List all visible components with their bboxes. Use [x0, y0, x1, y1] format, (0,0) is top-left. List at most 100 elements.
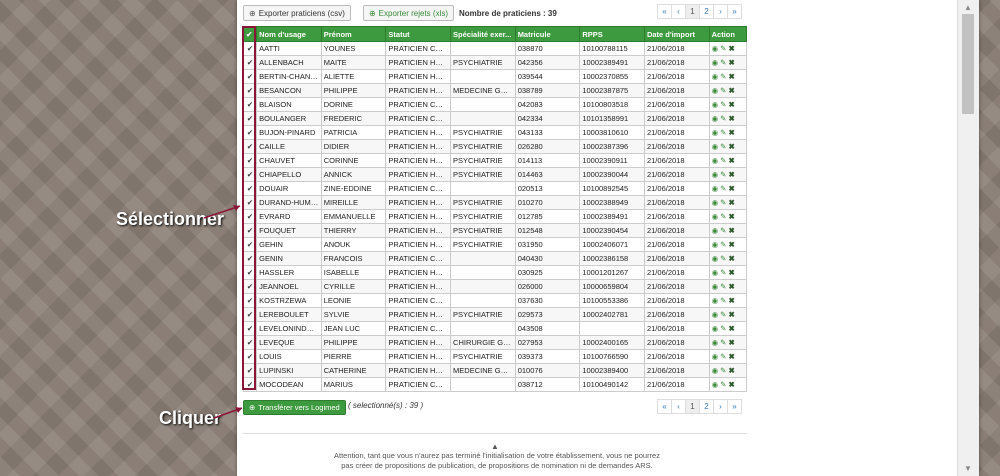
view-icon[interactable]: ◉	[712, 352, 719, 361]
table-row[interactable]: ✔ BUJON-PINARD PATRICIA PRATICIEN HOS... PSY…	[242, 125, 748, 140]
page-last[interactable]: »	[727, 4, 742, 19]
edit-icon[interactable]: ✎	[720, 86, 726, 95]
view-icon[interactable]: ◉	[712, 72, 719, 81]
edit-icon[interactable]: ✎	[720, 58, 726, 67]
edit-icon[interactable]: ✎	[720, 282, 726, 291]
delete-icon[interactable]: ✖	[728, 254, 734, 263]
view-icon[interactable]: ◉	[712, 142, 719, 151]
table-row[interactable]: ✔ HASSLER ISABELLE PRATICIEN HOS... 030925 10…	[242, 265, 748, 280]
view-icon[interactable]: ◉	[712, 212, 719, 221]
edit-icon[interactable]: ✎	[720, 352, 726, 361]
delete-icon[interactable]: ✖	[728, 86, 734, 95]
page-last[interactable]: »	[727, 399, 742, 414]
edit-icon[interactable]: ✎	[720, 380, 726, 389]
table-row[interactable]: ✔ AATTI YOUNES PRATICIEN CON... 038870 101007…	[242, 41, 748, 56]
delete-icon[interactable]: ✖	[728, 170, 734, 179]
edit-icon[interactable]: ✎	[720, 198, 726, 207]
table-row[interactable]: ✔ DOUAIR ZINE-EDDINE PRATICIEN CON... 020513…	[242, 181, 748, 196]
col-header[interactable]: Matricule	[514, 26, 581, 42]
delete-icon[interactable]: ✖	[728, 366, 734, 375]
view-icon[interactable]: ◉	[712, 380, 719, 389]
edit-icon[interactable]: ✎	[720, 366, 726, 375]
table-row[interactable]: ✔ LEREBOULET SYLVIE PRATICIEN HOS... PSYCHIA…	[242, 307, 748, 322]
col-header[interactable]: RPPS	[579, 26, 645, 42]
view-icon[interactable]: ◉	[712, 310, 719, 319]
table-row[interactable]: ✔ LUPINSKI CATHERINE PRATICIEN HOS... MEDECI…	[242, 363, 748, 378]
table-row[interactable]: ✔ EVRARD EMMANUELLE PRATICIEN HOS... PSYCHIA…	[242, 209, 748, 224]
export-csv-button[interactable]: ⊕ Exporter praticiens (csv)	[243, 5, 351, 21]
delete-icon[interactable]: ✖	[728, 380, 734, 389]
col-header[interactable]: Spécialité exer...	[450, 26, 516, 42]
view-icon[interactable]: ◉	[712, 240, 719, 249]
delete-icon[interactable]: ✖	[728, 212, 734, 221]
page-next[interactable]: ›	[713, 4, 728, 19]
edit-icon[interactable]: ✎	[720, 254, 726, 263]
col-header[interactable]: Date d'import	[643, 26, 710, 42]
table-row[interactable]: ✔ LEVEQUE PHILIPPE PRATICIEN HOS... CHIRURGI…	[242, 335, 748, 350]
view-icon[interactable]: ◉	[712, 282, 719, 291]
view-icon[interactable]: ◉	[712, 268, 719, 277]
delete-icon[interactable]: ✖	[728, 100, 734, 109]
edit-icon[interactable]: ✎	[720, 44, 726, 53]
delete-icon[interactable]: ✖	[728, 184, 734, 193]
delete-icon[interactable]: ✖	[728, 310, 734, 319]
edit-icon[interactable]: ✎	[720, 338, 726, 347]
view-icon[interactable]: ◉	[712, 44, 719, 53]
table-row[interactable]: ✔ BERTIN-CHANS... ALIETTE PRATICIEN HOS... 0…	[242, 69, 748, 84]
table-row[interactable]: ✔ DURAND-HUMB... MIREILLE PRATICIEN HOS... P…	[242, 195, 748, 210]
delete-icon[interactable]: ✖	[728, 226, 734, 235]
view-icon[interactable]: ◉	[712, 170, 719, 179]
delete-icon[interactable]: ✖	[728, 156, 734, 165]
edit-icon[interactable]: ✎	[720, 170, 726, 179]
view-icon[interactable]: ◉	[712, 324, 719, 333]
delete-icon[interactable]: ✖	[728, 198, 734, 207]
delete-icon[interactable]: ✖	[728, 338, 734, 347]
delete-icon[interactable]: ✖	[728, 114, 734, 123]
col-header[interactable]: Nom d'usage	[256, 26, 322, 42]
table-row[interactable]: ✔ JEANNOEL CYRILLE PRATICIEN HOS... 026000 10…	[242, 279, 748, 294]
edit-icon[interactable]: ✎	[720, 128, 726, 137]
table-row[interactable]: ✔ LEVELONINDRA... JEAN LUC PRATICIEN CON...…	[242, 321, 748, 336]
transfer-logimed-button[interactable]: ⊕ Transférer vers Logimed	[243, 400, 346, 415]
col-header[interactable]: Statut	[385, 26, 452, 42]
table-row[interactable]: ✔ ALLENBACH MAITE PRATICIEN HOS... PSYCHIATR…	[242, 55, 748, 70]
view-icon[interactable]: ◉	[712, 184, 719, 193]
view-icon[interactable]: ◉	[712, 100, 719, 109]
delete-icon[interactable]: ✖	[728, 44, 734, 53]
scroll-up-icon[interactable]: ▲	[964, 3, 972, 12]
col-header[interactable]: Prénom	[320, 26, 387, 42]
view-icon[interactable]: ◉	[712, 366, 719, 375]
table-row[interactable]: ✔ BESANCON PHILIPPE PRATICIEN HOS... MEDECIN…	[242, 83, 748, 98]
view-icon[interactable]: ◉	[712, 58, 719, 67]
page-prev[interactable]: ‹	[671, 4, 686, 19]
view-icon[interactable]: ◉	[712, 226, 719, 235]
view-icon[interactable]: ◉	[712, 338, 719, 347]
page-1[interactable]: 1	[685, 399, 700, 414]
edit-icon[interactable]: ✎	[720, 212, 726, 221]
edit-icon[interactable]: ✎	[720, 296, 726, 305]
scroll-down-icon[interactable]: ▼	[964, 464, 972, 473]
edit-icon[interactable]: ✎	[720, 268, 726, 277]
delete-icon[interactable]: ✖	[728, 296, 734, 305]
edit-icon[interactable]: ✎	[720, 226, 726, 235]
view-icon[interactable]: ◉	[712, 86, 719, 95]
edit-icon[interactable]: ✎	[720, 240, 726, 249]
edit-icon[interactable]: ✎	[720, 324, 726, 333]
table-row[interactable]: ✔ LOUIS PIERRE PRATICIEN HOS... PSYCHIATRIE 0…	[242, 349, 748, 364]
edit-icon[interactable]: ✎	[720, 310, 726, 319]
edit-icon[interactable]: ✎	[720, 72, 726, 81]
delete-icon[interactable]: ✖	[728, 58, 734, 67]
view-icon[interactable]: ◉	[712, 156, 719, 165]
delete-icon[interactable]: ✖	[728, 268, 734, 277]
view-icon[interactable]: ◉	[712, 254, 719, 263]
edit-icon[interactable]: ✎	[720, 142, 726, 151]
view-icon[interactable]: ◉	[712, 296, 719, 305]
table-row[interactable]: ✔ KOSTRZEWA LEONIE PRATICIEN CON... 037630 10…	[242, 293, 748, 308]
delete-icon[interactable]: ✖	[728, 142, 734, 151]
page-scrollbar[interactable]: ▲ ▼	[957, 0, 979, 476]
table-row[interactable]: ✔ CAILLE DIDIER PRATICIEN HOS... PSYCHIATRIE…	[242, 139, 748, 154]
view-icon[interactable]: ◉	[712, 114, 719, 123]
delete-icon[interactable]: ✖	[728, 324, 734, 333]
table-row[interactable]: ✔ CHAUVET CORINNE PRATICIEN HOS... PSYCHIATR…	[242, 153, 748, 168]
table-row[interactable]: ✔ GENIN FRANCOIS PRATICIEN CON... 040430 1000…	[242, 251, 748, 266]
